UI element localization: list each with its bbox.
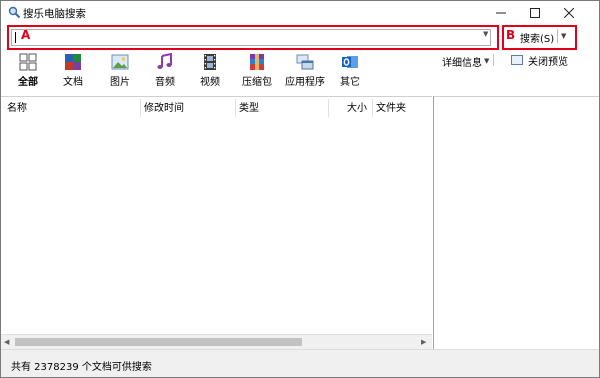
grid-icon (19, 53, 37, 71)
maximize-icon (530, 8, 540, 18)
preview-pane-icon (511, 55, 523, 65)
title-bar: 搜乐电脑搜索 (1, 1, 599, 25)
column-header-name[interactable]: 名称 (7, 99, 27, 117)
category-applications[interactable]: 应用程序 (282, 53, 328, 89)
scrollbar-thumb[interactable] (15, 338, 302, 346)
column-divider[interactable] (235, 99, 236, 117)
column-header-folder[interactable]: 文件夹 (376, 99, 406, 117)
column-divider[interactable] (372, 99, 373, 117)
category-label: 其它 (340, 77, 360, 88)
search-icon (8, 6, 21, 19)
scroll-left-icon[interactable]: ◀ (4, 338, 9, 346)
preview-pane (433, 96, 599, 349)
category-label: 压缩包 (242, 77, 272, 88)
category-label: 应用程序 (285, 77, 325, 88)
status-text: 共有 2378239 个文档可供搜索 (11, 362, 152, 373)
annotation-box-b (502, 25, 577, 50)
column-divider[interactable] (140, 99, 141, 117)
annotation-box-a (7, 25, 499, 50)
archive-icon (250, 54, 264, 70)
category-video[interactable]: 视频 (187, 53, 233, 89)
maximize-button[interactable] (519, 1, 551, 25)
results-list[interactable] (1, 96, 432, 349)
close-button[interactable] (553, 1, 585, 25)
minimize-icon (496, 12, 506, 14)
minimize-button[interactable] (485, 1, 517, 25)
column-header-modified[interactable]: 修改时间 (144, 99, 184, 117)
category-label: 视频 (200, 77, 220, 88)
category-audio[interactable]: 音频 (142, 53, 188, 89)
window-title: 搜乐电脑搜索 (23, 8, 86, 20)
image-icon (111, 54, 129, 70)
status-bar: 共有 2378239 个文档可供搜索 (1, 349, 599, 377)
category-images[interactable]: 图片 (97, 53, 143, 89)
music-note-icon (157, 53, 172, 69)
category-label: 音频 (155, 77, 175, 88)
horizontal-scrollbar[interactable]: ◀ ▶ (1, 334, 432, 349)
category-label: 图片 (110, 77, 130, 88)
close-icon (564, 8, 574, 18)
category-documents[interactable]: 文档 (50, 53, 96, 89)
details-view-button[interactable]: 详细信息 (442, 54, 482, 69)
details-dropdown-icon[interactable]: ▼ (484, 57, 489, 65)
category-other[interactable]: 其它 (327, 53, 373, 89)
column-divider[interactable] (328, 99, 329, 117)
app-window: 搜乐电脑搜索 A ▼ B 搜索(S) ▼ 全部 文档 图片 音频 视频 压缩包 … (0, 0, 600, 378)
outlook-icon (342, 56, 358, 68)
category-archives[interactable]: 压缩包 (234, 53, 280, 89)
film-icon (204, 54, 216, 70)
column-header-size[interactable]: 大小 (347, 99, 367, 117)
category-all[interactable]: 全部 (5, 53, 51, 89)
category-label: 全部 (18, 77, 38, 88)
column-header-type[interactable]: 类型 (239, 99, 259, 117)
toolbar-divider (493, 54, 494, 66)
documents-icon (65, 54, 81, 70)
close-preview-button[interactable]: 关闭预览 (528, 53, 568, 68)
scroll-right-icon[interactable]: ▶ (421, 338, 426, 346)
category-label: 文档 (63, 77, 83, 88)
application-icon (296, 54, 314, 70)
